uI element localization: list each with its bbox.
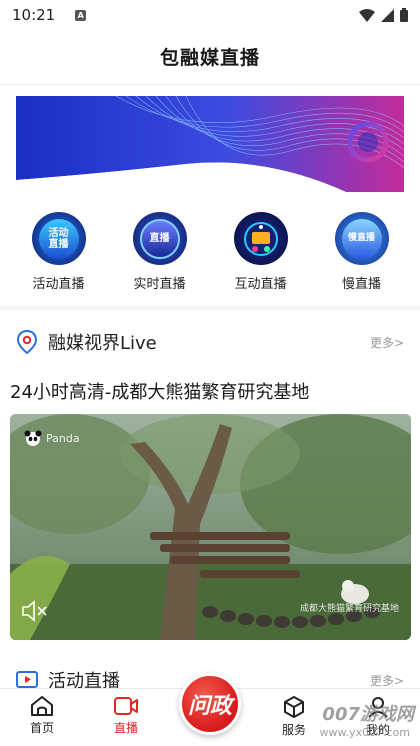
top-banner[interactable] xyxy=(16,96,404,192)
category-label: 活动直播 xyxy=(32,277,85,292)
slow-live-icon-text: 慢直播 xyxy=(341,218,382,259)
category-interactive-live[interactable]: 互动直播 xyxy=(220,212,302,292)
category-label: 实时直播 xyxy=(133,277,186,292)
notification-a-icon: A xyxy=(75,9,87,21)
video-title[interactable]: 24小时高清-成都大熊猫繁育研究基地 xyxy=(10,378,410,404)
slow-live-icon: 慢直播 xyxy=(334,212,389,265)
more-link[interactable]: 更多> xyxy=(370,672,404,689)
video-logo-text: Panda xyxy=(46,431,80,445)
tab-label: 服务 xyxy=(281,723,306,737)
tab-label: 直播 xyxy=(113,721,138,735)
cube-icon xyxy=(284,696,304,718)
category-slow-live[interactable]: 慢直播 慢直播 xyxy=(321,212,403,292)
inquiry-button[interactable]: 问政 xyxy=(179,673,241,735)
activity-live-icon-text: 活动 直播 xyxy=(38,218,79,259)
interactive-live-icon xyxy=(233,212,288,265)
signal-icon xyxy=(381,8,394,22)
panda-icon xyxy=(24,430,42,446)
page-title: 包融媒直播 xyxy=(159,47,260,69)
realtime-live-icon: 直播 xyxy=(132,212,187,265)
speaker-muted-icon xyxy=(22,600,47,622)
wifi-icon xyxy=(359,8,375,22)
category-label: 互动直播 xyxy=(234,277,287,292)
tab-label: 首页 xyxy=(29,721,54,735)
interactive-live-graphic xyxy=(243,221,278,256)
watermark-url: www.yx007.com xyxy=(319,726,410,739)
realtime-live-icon-text: 直播 xyxy=(139,218,180,259)
section-divider xyxy=(0,306,420,310)
category-label: 慢直播 xyxy=(341,277,381,292)
location-pin-icon xyxy=(16,330,38,354)
tab-home[interactable]: 首页 xyxy=(0,689,84,746)
tab-center: 问政 xyxy=(168,673,252,746)
header-divider xyxy=(0,84,420,85)
section-header-media-live: 融媒视界Live 更多> xyxy=(16,322,404,362)
video-player[interactable]: Panda 成都大熊猫繁育研究基地 xyxy=(10,414,411,640)
category-row: 活动 直播 活动直播 直播 实时直播 互动直播 慢直播 慢直播 xyxy=(0,212,420,292)
play-screen-icon xyxy=(16,671,38,688)
more-link[interactable]: 更多> xyxy=(370,334,404,351)
status-indicators xyxy=(359,8,408,22)
activity-live-icon: 活动 直播 xyxy=(31,212,86,265)
battery-icon xyxy=(400,8,408,22)
category-realtime-live[interactable]: 直播 实时直播 xyxy=(119,212,201,292)
panda-logo: Panda xyxy=(24,430,80,446)
video-caption: 成都大熊猫繁育研究基地 xyxy=(299,604,399,614)
mute-button[interactable] xyxy=(20,598,50,624)
tab-live[interactable]: 直播 xyxy=(84,689,168,746)
section-title: 融媒视界Live xyxy=(48,333,157,354)
category-activity-live[interactable]: 活动 直播 活动直播 xyxy=(18,212,100,292)
home-icon xyxy=(31,696,53,716)
watermark: 007游戏网 xyxy=(322,704,414,725)
video-camera-icon xyxy=(114,697,138,715)
banner-graphic xyxy=(16,96,404,192)
status-bar: 10:21 A xyxy=(0,0,420,30)
status-time: 10:21 xyxy=(12,6,56,24)
